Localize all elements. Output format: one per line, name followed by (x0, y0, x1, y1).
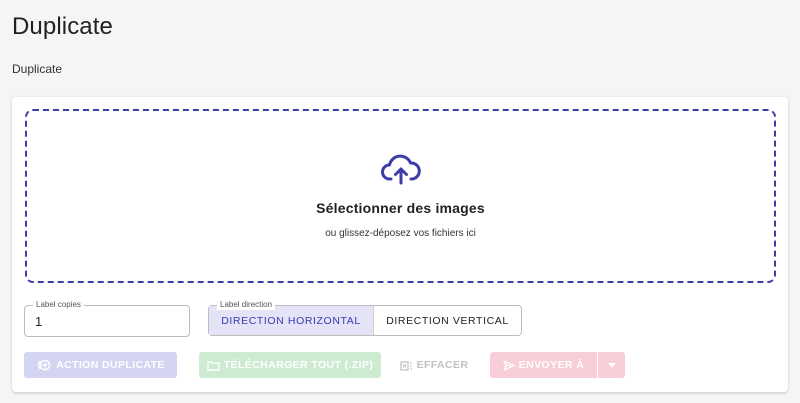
clear-button[interactable]: Effacer (390, 352, 478, 378)
page-subtitle: Duplicate (12, 62, 63, 76)
cloud-upload-icon (380, 154, 421, 185)
send-to-label: Envoyer à (518, 359, 585, 371)
action-duplicate-button[interactable]: Action duplicate (24, 352, 177, 378)
download-all-button[interactable]: Télécharger tout (.zip) (199, 352, 381, 378)
duplicate-card: Sélectionner des images ou glissez-dépos… (12, 97, 788, 392)
dropzone-subtitle: ou glissez-déposez vos fichiers ici (325, 228, 476, 239)
clear-label: Effacer (416, 359, 469, 371)
page-title: Duplicate (12, 13, 113, 40)
label-copies-label: Label copies (33, 300, 84, 310)
dropzone-title: Sélectionner des images (316, 200, 485, 216)
download-all-label: Télécharger tout (.zip) (223, 359, 374, 371)
direction-horizontal-button[interactable]: Direction horizontal (209, 306, 374, 335)
send-icon (503, 359, 515, 371)
clear-icon (399, 360, 413, 371)
image-dropzone[interactable]: Sélectionner des images ou glissez-dépos… (25, 109, 776, 283)
folder-icon (207, 360, 220, 371)
label-direction-toggle: Label direction Direction horizontal Dir… (208, 300, 522, 336)
label-direction-label: Label direction (217, 300, 276, 310)
send-to-menu-button[interactable] (598, 352, 625, 378)
caret-down-icon (607, 359, 616, 371)
duplicate-icon (36, 359, 52, 371)
send-to-button[interactable]: Envoyer à (490, 352, 597, 378)
action-duplicate-label: Action duplicate (56, 359, 165, 371)
label-copies-input[interactable] (35, 314, 175, 329)
direction-vertical-button[interactable]: Direction vertical (374, 306, 521, 335)
label-copies-field: Label copies (24, 300, 190, 337)
